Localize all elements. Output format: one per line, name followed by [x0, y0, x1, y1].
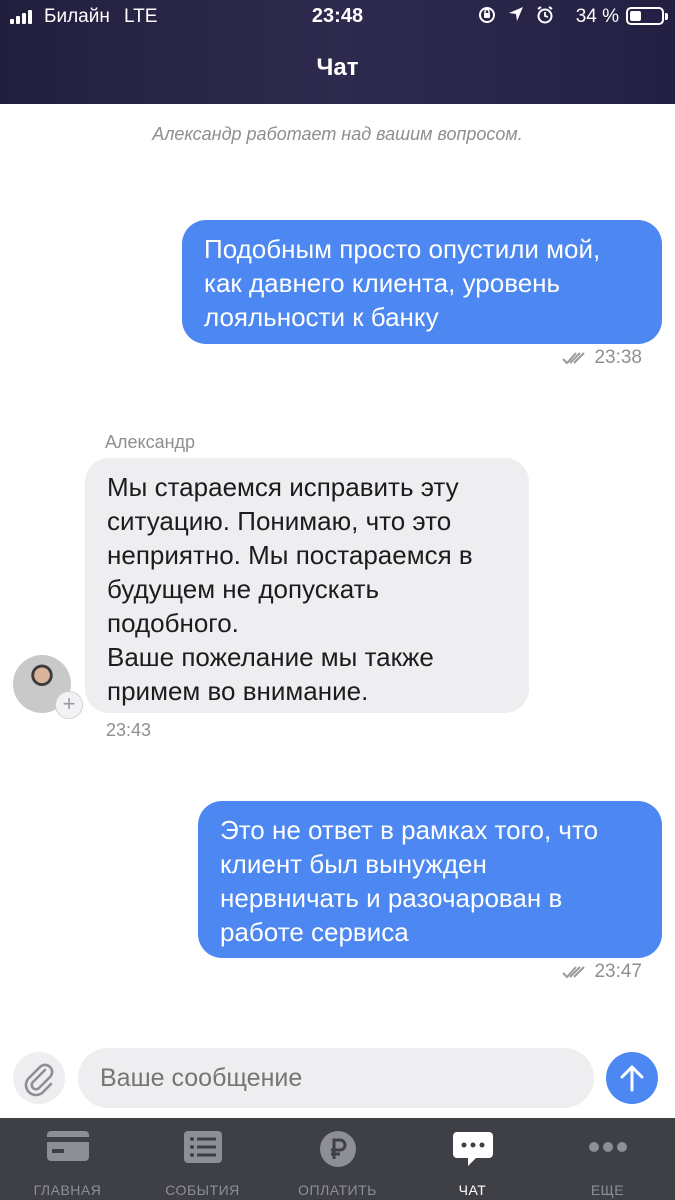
tab-label: ОПЛАТИТЬ [298, 1182, 377, 1198]
message-text: Подобным просто опустили мой, как давнег… [204, 234, 601, 332]
message-outgoing[interactable]: Подобным просто опустили мой, как давнег… [182, 220, 662, 344]
app-header: Билайн LTE 23:48 34 % Чат [0, 0, 675, 104]
agent-status-info: Александр работает над вашим вопросом. [152, 124, 523, 144]
send-button[interactable] [606, 1052, 658, 1104]
more-dots-icon [588, 1142, 627, 1152]
tab-label: ГЛАВНАЯ [33, 1182, 102, 1198]
tab-main[interactable]: ГЛАВНАЯ [0, 1118, 135, 1200]
paperclip-icon [24, 1063, 54, 1097]
tab-label: ЧАТ [458, 1182, 487, 1198]
message-outgoing[interactable]: Это не ответ в рамках того, что клиент б… [198, 801, 662, 958]
message-time: 23:47 [594, 961, 642, 982]
alarm-icon [537, 6, 553, 24]
tab-chat[interactable]: ЧАТ [405, 1118, 540, 1200]
card-icon [46, 1131, 89, 1161]
tab-pay[interactable]: ОПЛАТИТЬ [270, 1118, 405, 1200]
message-meta: 23:47 [562, 961, 642, 983]
tab-events[interactable]: СОБЫТИЯ [135, 1118, 270, 1200]
tab-label: СОБЫТИЯ [165, 1182, 240, 1198]
message-meta: 23:38 [562, 347, 642, 369]
message-time: 23:43 [106, 720, 152, 740]
agent-avatar[interactable]: + [13, 655, 83, 719]
message-text: Это не ответ в рамках того, что клиент б… [220, 815, 599, 947]
attach-button[interactable] [13, 1052, 65, 1104]
arrow-up-icon [620, 1065, 644, 1092]
message-time: 23:38 [594, 347, 642, 368]
location-icon [509, 7, 523, 21]
tab-bar: ГЛАВНАЯ СОБЫТИЯ ОПЛАТИТЬ ЧАТ ЕЩЕ [0, 1118, 675, 1200]
plus-icon: + [55, 691, 83, 719]
message-incoming[interactable]: Мы стараемся исправить эту ситуацию. Пон… [85, 458, 529, 713]
chat-icon [452, 1132, 493, 1166]
status-bar: Билайн LTE 23:48 34 % [0, 0, 675, 36]
battery-percent: 34 % [575, 6, 619, 27]
status-icons [477, 5, 555, 25]
list-icon [183, 1131, 222, 1163]
message-input[interactable] [78, 1048, 594, 1108]
double-check-icon [562, 352, 586, 365]
status-time: 23:48 [311, 5, 364, 27]
tab-more[interactable]: ЕЩЕ [540, 1118, 675, 1200]
sender-name: Александр [105, 432, 196, 452]
tab-label: ЕЩЕ [590, 1182, 625, 1198]
double-check-icon [562, 966, 586, 979]
page-title: Чат [316, 54, 359, 81]
battery-icon [626, 7, 668, 25]
message-text: Мы стараемся исправить эту ситуацию. Пон… [107, 472, 473, 706]
ruble-icon [319, 1131, 356, 1167]
rotation-lock-icon [479, 7, 495, 23]
